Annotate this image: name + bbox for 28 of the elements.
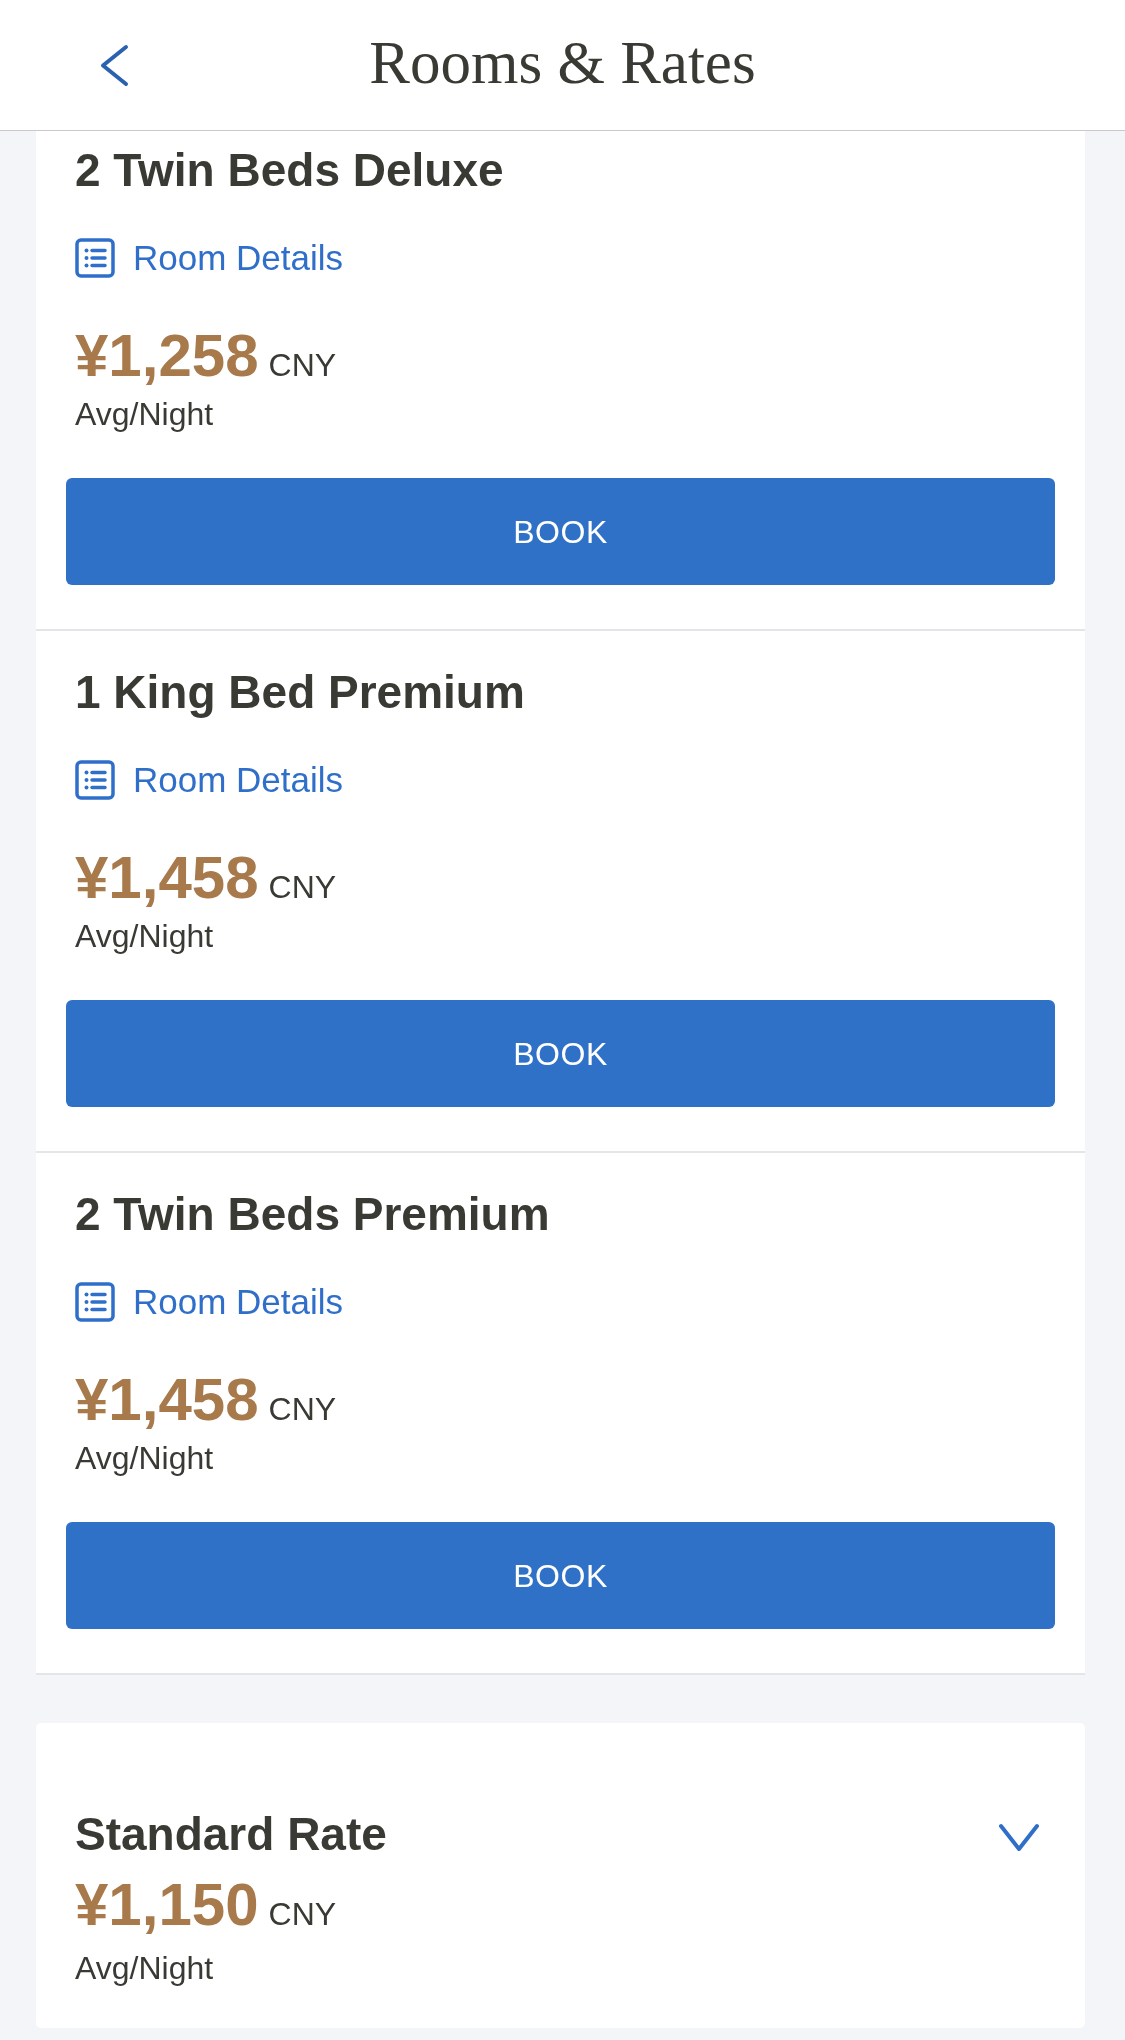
- back-chevron-icon: [99, 43, 129, 87]
- page-title: Rooms & Rates: [369, 28, 756, 98]
- room-details-link[interactable]: Room Details: [75, 1282, 344, 1322]
- rate-name: Standard Rate: [75, 1807, 387, 1862]
- list-icon: [75, 238, 115, 278]
- room-details-link[interactable]: Room Details: [75, 238, 344, 278]
- book-button[interactable]: BOOK: [66, 1000, 1055, 1107]
- book-button[interactable]: BOOK: [66, 478, 1055, 585]
- room-name: 2 Twin Beds Premium: [75, 1187, 551, 1242]
- book-button[interactable]: BOOK: [66, 1522, 1055, 1629]
- currency-code: CNY: [268, 1895, 337, 1934]
- room-name: 2 Twin Beds Deluxe: [75, 143, 505, 198]
- price: ¥1,258: [75, 326, 259, 386]
- currency-code: CNY: [268, 868, 337, 907]
- list-icon: [75, 1282, 115, 1322]
- price-note: Avg/Night: [75, 1439, 215, 1478]
- price: ¥1,458: [75, 848, 259, 908]
- price: ¥1,458: [75, 1370, 259, 1430]
- price-note: Avg/Night: [75, 1949, 215, 1988]
- chevron-down-icon[interactable]: [998, 1823, 1040, 1852]
- currency-code: CNY: [268, 346, 337, 385]
- price-note: Avg/Night: [75, 917, 215, 956]
- room-name: 1 King Bed Premium: [75, 665, 526, 720]
- list-icon: [75, 760, 115, 800]
- price-note: Avg/Night: [75, 395, 215, 434]
- currency-code: CNY: [268, 1390, 337, 1429]
- price: ¥1,150: [75, 1875, 259, 1935]
- room-details-link[interactable]: Room Details: [75, 760, 344, 800]
